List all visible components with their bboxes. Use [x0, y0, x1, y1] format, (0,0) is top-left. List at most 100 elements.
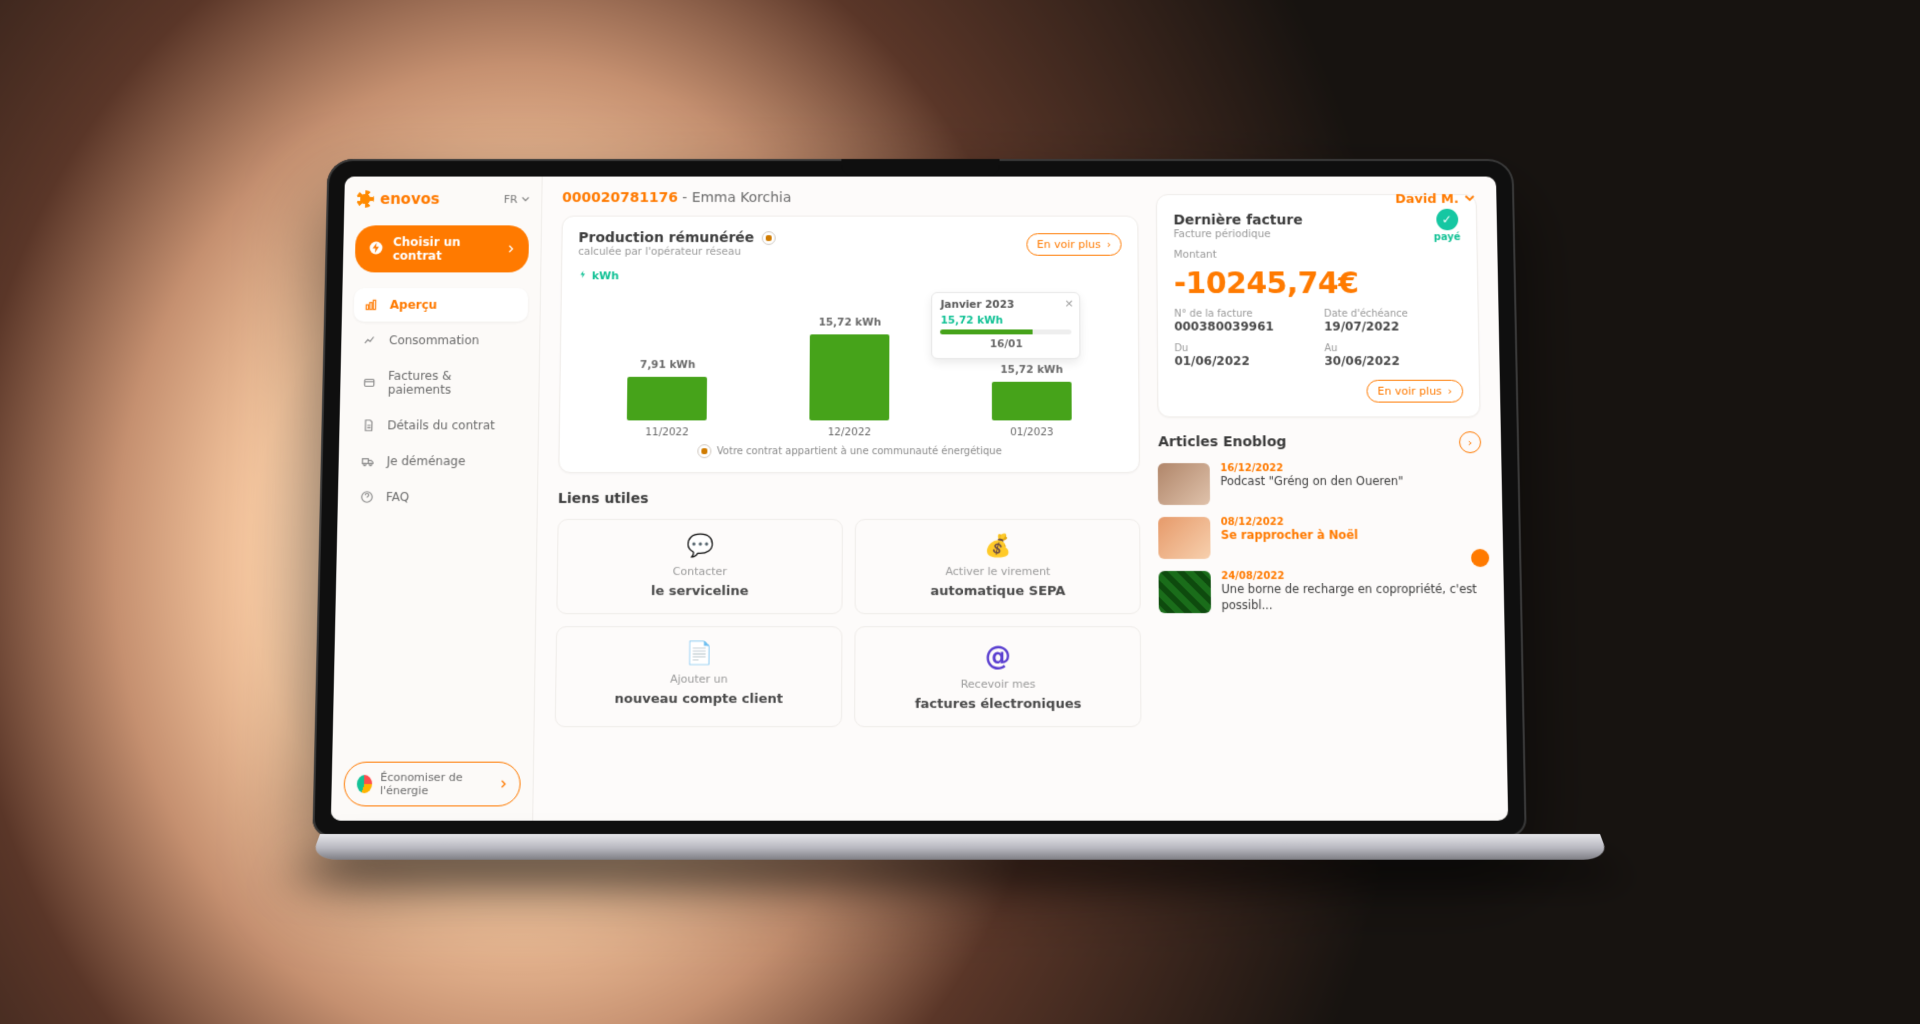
chart-bar[interactable]: 7,91 kWh	[627, 359, 707, 420]
useful-links: Liens utiles 💬Contacterle serviceline 💰 Ac…	[555, 491, 1142, 727]
sidebar-nav: Aperçu Consommation Factur	[350, 288, 529, 514]
chart-bar[interactable]: 15,72 kWh	[810, 317, 890, 421]
production-subtitle: calculée par l'opérateur réseau	[578, 246, 776, 258]
chevron-down-icon	[1465, 192, 1475, 207]
invoice-due: 19/07/2022	[1324, 320, 1462, 334]
moving-icon	[361, 454, 377, 468]
invoice-icon	[362, 376, 378, 390]
brand: enovos FR	[356, 190, 530, 208]
user-name: David M.	[1395, 192, 1459, 207]
laptop-notch	[841, 159, 999, 177]
post-thumbnail	[1158, 463, 1210, 505]
chevron-right-icon	[507, 245, 515, 253]
invoice-number: 000380039961	[1174, 320, 1312, 334]
sidebar-item-factures[interactable]: Factures & paiements	[352, 359, 527, 406]
blog-post[interactable]: 24/08/2022Une borne de recharge en copro…	[1159, 571, 1484, 613]
language-selector[interactable]: FR	[504, 193, 530, 206]
see-more-label: En voir plus	[1037, 238, 1101, 251]
bar-rect	[992, 382, 1072, 421]
sidebar-item-faq[interactable]: FAQ	[350, 480, 526, 514]
tooltip-progress	[941, 329, 1072, 334]
logo-icon	[356, 190, 374, 208]
invoice-to-label: Au	[1324, 343, 1462, 354]
sidebar-item-label: Je déménage	[387, 454, 466, 468]
highlight-dot-icon	[1471, 549, 1489, 567]
invoice-title: Dernière facture	[1173, 212, 1302, 228]
sidebar-item-apercu[interactable]: Aperçu	[354, 288, 528, 321]
post-date: 08/12/2022	[1221, 517, 1483, 528]
link-tile[interactable]: 💰Activer le virementautomatique SEPA	[855, 519, 1141, 614]
blog-post[interactable]: 08/12/2022Se rapprocher à Noël	[1159, 517, 1484, 559]
link-tile[interactable]: 💬Contacterle serviceline	[556, 519, 843, 614]
post-thumbnail	[1159, 571, 1212, 613]
energy-ring-icon	[357, 775, 372, 793]
production-card: Production rémunérée calculée par l'opér…	[558, 216, 1140, 473]
blog-title: Articles Enoblog	[1158, 434, 1287, 450]
sidebar-item-label: Aperçu	[390, 298, 438, 312]
sidebar-item-label: Factures & paiements	[388, 369, 517, 397]
link-tile[interactable]: 📄 Ajouter un nouveau compte client	[555, 626, 843, 727]
tile-line2: factures électroniques	[915, 697, 1082, 712]
invoice-from-label: Du	[1174, 343, 1312, 354]
post-title: Une borne de recharge en copropriété, c'…	[1221, 582, 1484, 613]
production-see-more-button[interactable]: En voir plus ›	[1026, 233, 1122, 256]
sidebar-item-label: Consommation	[389, 333, 479, 347]
post-thumbnail	[1159, 517, 1211, 559]
blog-post[interactable]: 16/12/2022Podcast "Gréng on den Oueren"	[1158, 463, 1482, 505]
bar-category-label: 01/2023	[1010, 426, 1054, 438]
link-tile[interactable]: @ Recevoir mes factures électroniques	[854, 626, 1142, 727]
post-date: 16/12/2022	[1220, 463, 1481, 474]
bar-rect	[627, 377, 707, 421]
invoice-due-label: Date d'échéance	[1324, 309, 1462, 320]
tooltip-title: Janvier 2023	[941, 299, 1072, 311]
chevron-right-icon: ›	[1448, 385, 1453, 398]
choose-contract-button[interactable]: Choisir un contrat	[355, 225, 529, 272]
account-sep: -	[682, 190, 692, 206]
bar-rect	[810, 334, 890, 420]
tile-line1: Ajouter un	[670, 673, 728, 686]
chevron-right-icon	[499, 780, 507, 788]
invoice-amount: -10245,74€	[1174, 267, 1462, 301]
chart-bar[interactable]: 15,72 kWh	[992, 364, 1072, 420]
sidebar-item-demenage[interactable]: Je déménage	[350, 444, 525, 478]
amount-label: Montant	[1174, 249, 1461, 261]
bar-value-label: 15,72 kWh	[1000, 364, 1063, 376]
sidebar-item-details[interactable]: Détails du contrat	[351, 409, 526, 443]
unit-kwh: kWh	[578, 269, 619, 282]
sidebar-item-consommation[interactable]: Consommation	[353, 324, 528, 358]
links-title: Liens utiles	[558, 491, 1141, 507]
tile-icon: 💰	[984, 534, 1011, 559]
tile-line1: Activer le virement	[945, 565, 1050, 578]
consumption-icon	[363, 333, 379, 347]
meter-badge-icon	[697, 444, 711, 458]
invoice-see-more-button[interactable]: En voir plus ›	[1366, 380, 1463, 403]
close-icon[interactable]: ×	[1064, 297, 1073, 310]
account-name: Emma Korchia	[692, 190, 792, 206]
tile-line1: Recevoir mes	[961, 678, 1036, 691]
blog-next-button[interactable]: ›	[1459, 431, 1481, 453]
document-icon	[361, 418, 377, 432]
check-icon: ✓	[1436, 209, 1458, 231]
invoice-from: 01/06/2022	[1174, 354, 1312, 368]
tile-line2: nouveau compte client	[614, 692, 783, 707]
invoice-status: ✓ payé	[1433, 209, 1460, 243]
tile-icon: @	[985, 641, 1011, 671]
chevron-right-icon: ›	[1107, 238, 1111, 251]
chart-tooltip: × Janvier 2023 15,72 kWh 16/01	[932, 292, 1081, 359]
tile-icon: 📄	[685, 641, 713, 666]
laptop-base	[310, 834, 1609, 860]
save-energy-button[interactable]: Économiser de l'énergie	[343, 762, 521, 807]
post-date: 24/08/2022	[1221, 571, 1483, 582]
blog-card: Articles Enoblog › 16/12/2022Podcast "Gr…	[1158, 431, 1484, 613]
user-menu[interactable]: David M.	[1395, 192, 1475, 207]
bar-category-label: 11/2022	[645, 426, 689, 438]
chevron-down-icon	[522, 195, 530, 203]
see-more-label: En voir plus	[1378, 385, 1442, 398]
tile-line2: le serviceline	[651, 584, 749, 599]
help-icon	[360, 490, 376, 504]
bar-value-label: 7,91 kWh	[640, 359, 695, 371]
brand-name: enovos	[380, 190, 440, 208]
production-chart: 7,91 kWh15,72 kWh15,72 kWh 11/202212/202…	[576, 290, 1123, 438]
account-number: 000020781176	[562, 190, 678, 206]
tooltip-date: 16/01	[941, 338, 1072, 350]
